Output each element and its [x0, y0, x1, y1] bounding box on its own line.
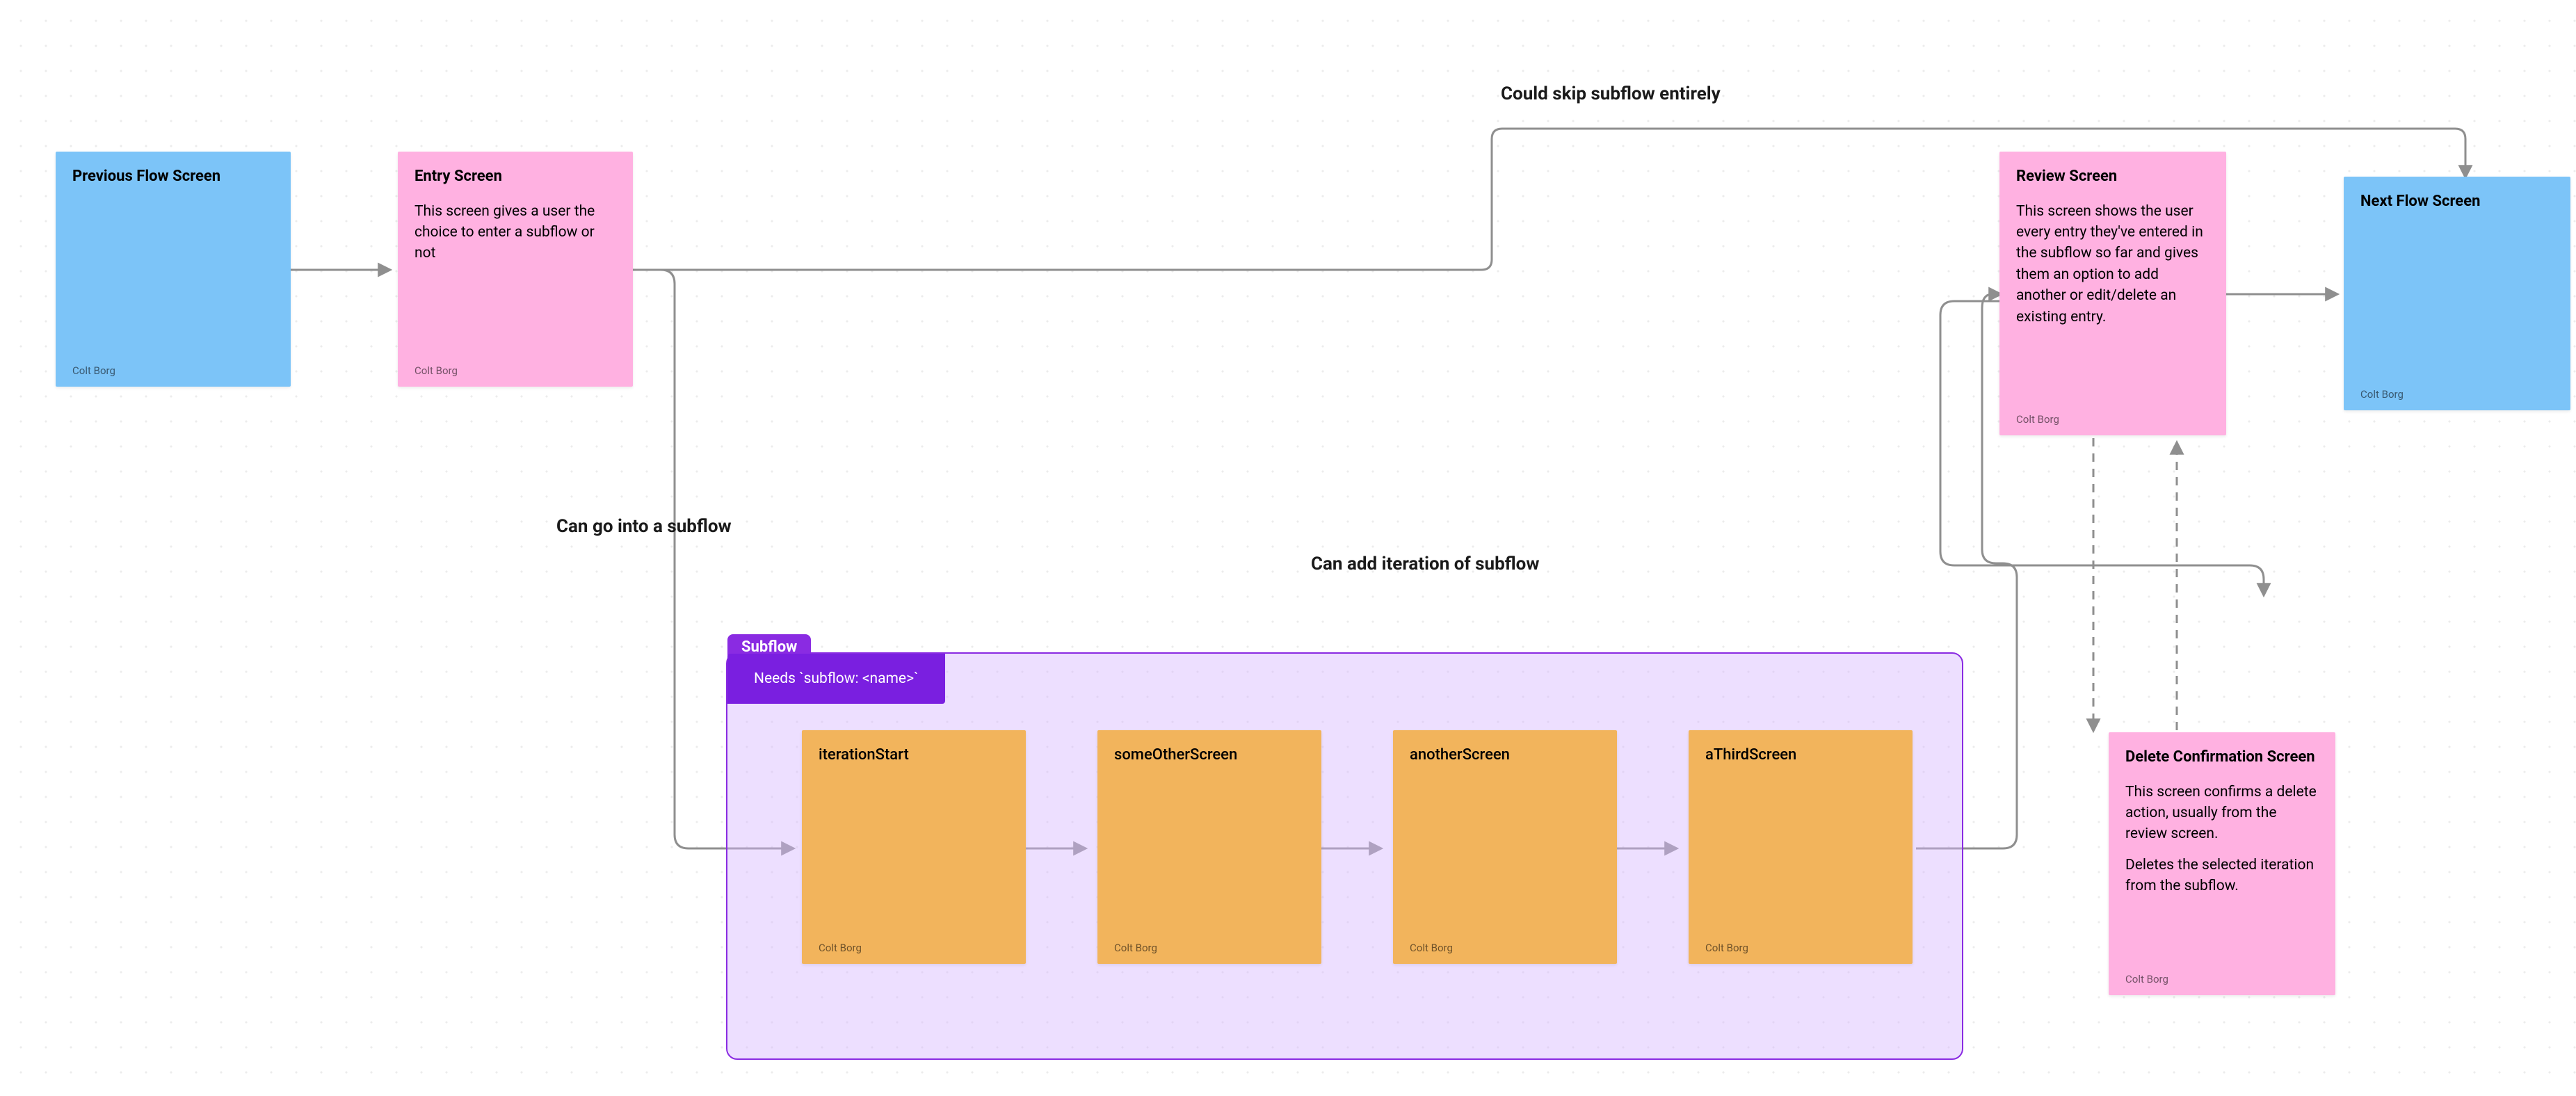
- card-title: anotherScreen: [1410, 746, 1600, 766]
- label-go-into-subflow: Can go into a subflow: [556, 516, 732, 537]
- subflow-note: Needs `subflow: <name>`: [727, 654, 945, 704]
- card-title: iterationStart: [819, 746, 1009, 766]
- card-title: Review Screen: [2016, 167, 2209, 187]
- card-delete-confirmation-screen[interactable]: Delete Confirmation Screen This screen c…: [2109, 732, 2335, 995]
- card-entry-screen[interactable]: Entry Screen This screen gives a user th…: [398, 152, 633, 387]
- card-iteration-start[interactable]: iterationStart Colt Borg: [802, 730, 1026, 964]
- card-some-other-screen[interactable]: someOtherScreen Colt Borg: [1097, 730, 1321, 964]
- card-previous-flow-screen[interactable]: Previous Flow Screen Colt Borg: [56, 152, 291, 387]
- card-body-2: Deletes the selected iteration from the …: [2125, 855, 2319, 897]
- card-another-screen[interactable]: anotherScreen Colt Borg: [1393, 730, 1617, 964]
- card-title: Entry Screen: [414, 167, 616, 187]
- card-title: Delete Confirmation Screen: [2125, 748, 2319, 768]
- card-body: This screen shows the user every entry t…: [2016, 201, 2209, 328]
- card-author: Colt Borg: [2360, 388, 2404, 401]
- diagram-canvas[interactable]: Could skip subflow entirely Can go into …: [0, 0, 2576, 1096]
- card-next-flow-screen[interactable]: Next Flow Screen Colt Borg: [2344, 177, 2570, 410]
- card-body: This screen gives a user the choice to e…: [414, 201, 616, 264]
- card-author: Colt Borg: [1705, 942, 1748, 954]
- card-author: Colt Borg: [1410, 942, 1453, 954]
- label-skip-subflow: Could skip subflow entirely: [1501, 83, 1721, 104]
- card-author: Colt Borg: [2125, 973, 2168, 985]
- card-title: Next Flow Screen: [2360, 192, 2554, 212]
- card-title: Previous Flow Screen: [72, 167, 274, 187]
- label-add-iteration: Can add iteration of subflow: [1311, 554, 1539, 574]
- card-body: This screen confirms a delete action, us…: [2125, 782, 2319, 845]
- card-author: Colt Borg: [819, 942, 862, 954]
- card-review-screen[interactable]: Review Screen This screen shows the user…: [1999, 152, 2226, 435]
- card-author: Colt Borg: [414, 364, 458, 377]
- card-a-third-screen[interactable]: aThirdScreen Colt Borg: [1689, 730, 1913, 964]
- card-author: Colt Borg: [2016, 413, 2059, 426]
- card-author: Colt Borg: [1114, 942, 1157, 954]
- card-title: aThirdScreen: [1705, 746, 1896, 766]
- card-author: Colt Borg: [72, 364, 115, 377]
- card-title: someOtherScreen: [1114, 746, 1305, 766]
